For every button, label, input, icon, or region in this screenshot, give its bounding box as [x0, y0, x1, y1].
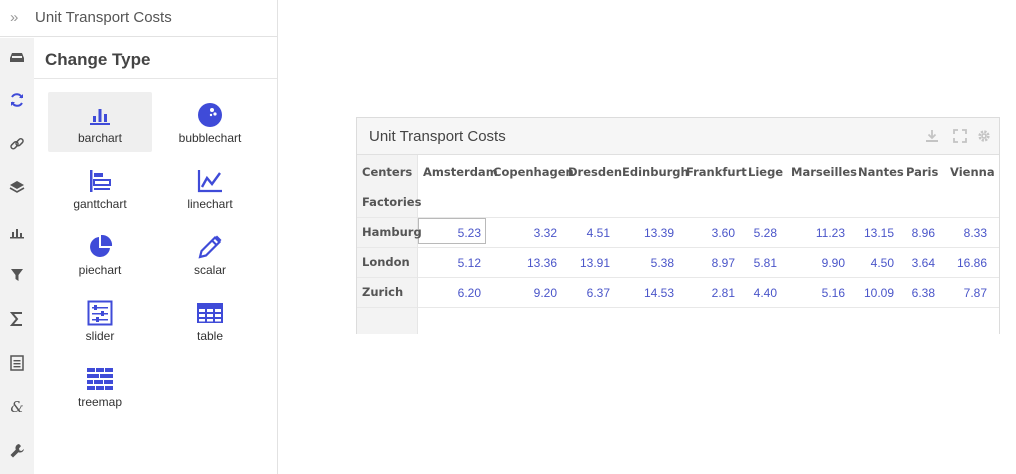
- table-cell[interactable]: 5.81: [717, 256, 777, 270]
- type-linechart[interactable]: linechart: [158, 158, 262, 218]
- icon-rail: &: [0, 38, 34, 474]
- type-scalar[interactable]: scalar: [158, 224, 262, 284]
- panel-title: Unit Transport Costs: [35, 9, 172, 26]
- table-cell[interactable]: 7.87: [927, 286, 987, 300]
- table-cell[interactable]: 13.36: [497, 256, 557, 270]
- table-cell[interactable]: 6.20: [421, 286, 481, 300]
- type-label: scalar: [193, 263, 226, 277]
- inbox-icon[interactable]: [8, 48, 26, 66]
- column-header-marseilles[interactable]: Marseilles: [791, 165, 857, 179]
- ampersand-icon[interactable]: &: [8, 398, 26, 416]
- column-header-edinburgh[interactable]: Edinburgh: [622, 165, 689, 179]
- column-header-liege[interactable]: Liege: [748, 165, 783, 179]
- gear-icon[interactable]: [977, 129, 991, 143]
- type-ganttchart[interactable]: ganttchart: [48, 158, 152, 218]
- table-cell[interactable]: 8.33: [927, 226, 987, 240]
- wrench-icon[interactable]: [8, 442, 26, 460]
- type-slider[interactable]: slider: [48, 290, 152, 350]
- table-cell[interactable]: 5.38: [614, 256, 674, 270]
- row-header-hamburg[interactable]: Hamburg: [362, 225, 422, 239]
- row-divider: [357, 247, 999, 248]
- column-dimension-label[interactable]: Centers: [362, 165, 412, 179]
- type-table[interactable]: table: [158, 290, 262, 350]
- table-cell[interactable]: 4.51: [550, 226, 610, 240]
- type-label: treemap: [77, 395, 123, 409]
- table-cell[interactable]: 13.39: [614, 226, 674, 240]
- table-cell[interactable]: 16.86: [927, 256, 987, 270]
- column-header-nantes[interactable]: Nantes: [858, 165, 904, 179]
- table-cell[interactable]: 5.23: [421, 226, 481, 240]
- treemap-icon: [86, 366, 114, 392]
- type-label: table: [196, 329, 224, 343]
- table-icon: [196, 300, 224, 326]
- table-cell[interactable]: 9.20: [497, 286, 557, 300]
- sigma-icon[interactable]: [8, 310, 26, 328]
- table-cell[interactable]: 4.40: [717, 286, 777, 300]
- pencil-icon: [196, 234, 224, 260]
- row-header-london[interactable]: London: [362, 255, 410, 269]
- table-cell[interactable]: 5.12: [421, 256, 481, 270]
- table-cell[interactable]: 14.53: [614, 286, 674, 300]
- slider-icon: [86, 300, 114, 326]
- row-divider: [357, 277, 999, 278]
- column-header-paris[interactable]: Paris: [906, 165, 938, 179]
- table-cell[interactable]: 6.38: [875, 286, 935, 300]
- column-header-amsterdam[interactable]: Amsterdam: [423, 165, 498, 179]
- table-cell[interactable]: 6.37: [550, 286, 610, 300]
- change-type-heading: Change Type: [45, 50, 151, 69]
- barchart-icon: [86, 102, 114, 128]
- filter-icon[interactable]: [8, 266, 26, 284]
- table-cell[interactable]: 3.32: [497, 226, 557, 240]
- type-label: ganttchart: [73, 197, 127, 211]
- list-icon[interactable]: [8, 354, 26, 372]
- column-header-frankfurt[interactable]: Frankfurt: [686, 165, 747, 179]
- linechart-icon: [196, 168, 224, 194]
- layers-icon[interactable]: [8, 178, 26, 196]
- bubblechart-icon: [196, 102, 224, 128]
- divider: [34, 78, 277, 79]
- table-cell[interactable]: 13.91: [550, 256, 610, 270]
- left-panel: » Unit Transport Costs & Change Type bar…: [0, 0, 278, 474]
- expand-icon[interactable]: [953, 129, 967, 143]
- type-treemap[interactable]: treemap: [48, 356, 152, 416]
- download-icon[interactable]: [925, 129, 939, 143]
- ganttchart-icon: [86, 168, 114, 194]
- row-dimension-label[interactable]: Factories: [362, 195, 421, 209]
- row-header-zurich[interactable]: Zurich: [362, 285, 403, 299]
- table-cell[interactable]: 3.64: [875, 256, 935, 270]
- type-label: linechart: [187, 197, 233, 211]
- column-header-copenhagen[interactable]: Copenhagen: [493, 165, 574, 179]
- piechart-icon: [86, 234, 114, 260]
- link-icon[interactable]: [8, 135, 26, 153]
- table-widget: Unit Transport Costs Centers Factories A…: [356, 117, 1000, 334]
- type-barchart[interactable]: barchart: [48, 92, 152, 152]
- row-divider: [357, 307, 999, 308]
- type-label: barchart: [77, 131, 123, 145]
- type-label: piechart: [78, 263, 122, 277]
- type-bubblechart[interactable]: bubblechart: [158, 92, 262, 152]
- pivot-table: Centers Factories Amsterdam Copenhagen Dre…: [357, 155, 999, 334]
- column-header-dresden[interactable]: Dresden: [568, 165, 622, 179]
- refresh-icon[interactable]: [8, 91, 26, 109]
- widget-title: Unit Transport Costs: [369, 128, 506, 145]
- chevrons-right-icon[interactable]: »: [10, 9, 18, 26]
- type-piechart[interactable]: piechart: [48, 224, 152, 284]
- widget-header: Unit Transport Costs: [357, 118, 999, 155]
- table-cell[interactable]: 5.28: [717, 226, 777, 240]
- table-cell[interactable]: 8.96: [875, 226, 935, 240]
- column-header-vienna[interactable]: Vienna: [950, 165, 995, 179]
- panel-header: » Unit Transport Costs: [0, 0, 277, 37]
- type-label: slider: [85, 329, 115, 343]
- type-label: bubblechart: [178, 131, 242, 145]
- bar-chart-icon[interactable]: [8, 223, 26, 241]
